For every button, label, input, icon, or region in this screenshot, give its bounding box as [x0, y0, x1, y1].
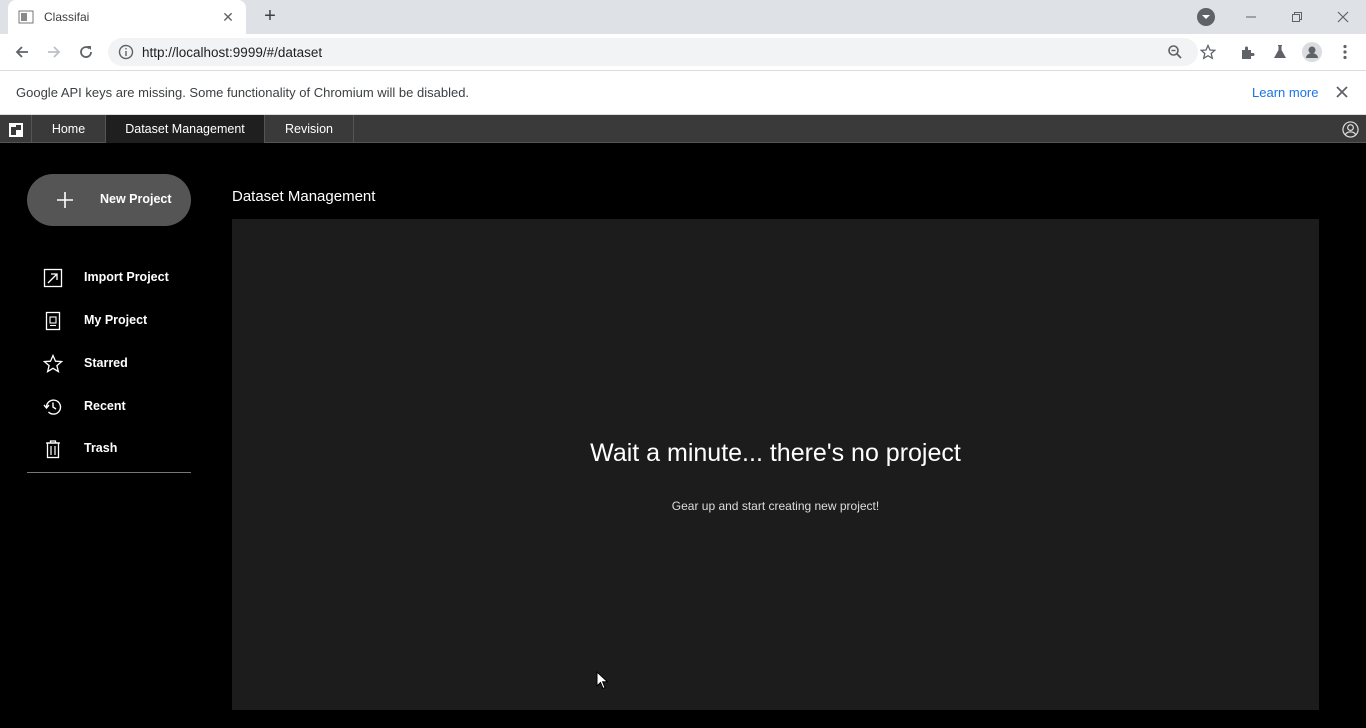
- menu-kebab-icon[interactable]: [1336, 43, 1354, 61]
- forward-icon[interactable]: [42, 40, 66, 64]
- api-keys-infobar: Google API keys are missing. Some functi…: [0, 70, 1366, 115]
- tab-close-icon[interactable]: ✕: [220, 9, 236, 26]
- extensions-icon[interactable]: [1239, 43, 1257, 61]
- new-project-button[interactable]: New Project: [27, 174, 191, 226]
- reload-icon[interactable]: [74, 40, 98, 64]
- tab-title: Classifai: [44, 10, 90, 24]
- empty-state-subtext: Gear up and start creating new project!: [671, 499, 880, 513]
- tab-search-icon[interactable]: [1197, 8, 1215, 26]
- app-logo-icon[interactable]: [4, 121, 28, 139]
- browser-tab[interactable]: Classifai ✕: [8, 0, 246, 34]
- projects-panel: Wait a minute... there's no project Gear…: [232, 219, 1319, 710]
- app-navbar: Home Dataset Management Revision: [0, 115, 1366, 143]
- labs-flask-icon[interactable]: [1271, 43, 1289, 61]
- restore-icon[interactable]: [1274, 0, 1320, 34]
- tab-dataset-management[interactable]: Dataset Management: [106, 115, 265, 143]
- import-icon: [43, 268, 63, 288]
- sidebar-item-label: Recent: [84, 399, 126, 413]
- profile-avatar-icon[interactable]: [1302, 42, 1322, 62]
- page-title: Dataset Management: [232, 188, 376, 205]
- sidebar-item-label: My Project: [84, 313, 148, 327]
- user-account-icon[interactable]: [1342, 121, 1359, 138]
- sidebar-item-trash[interactable]: Trash: [27, 430, 191, 466]
- new-project-label: New Project: [100, 192, 172, 206]
- new-tab-button[interactable]: +: [258, 6, 282, 28]
- sidebar-item-starred[interactable]: Starred: [27, 345, 191, 381]
- bookmark-star-icon[interactable]: [1199, 43, 1217, 61]
- close-window-icon[interactable]: [1320, 0, 1366, 34]
- back-icon[interactable]: [10, 40, 34, 64]
- sidebar-item-my-project[interactable]: My Project: [27, 302, 191, 338]
- url-text: http://localhost:9999/#/dataset: [142, 44, 323, 60]
- project-icon: [45, 311, 61, 331]
- sidebar-divider: [27, 472, 191, 473]
- sidebar-item-import-project[interactable]: Import Project: [27, 259, 191, 295]
- plus-icon: [57, 192, 73, 208]
- sidebar-item-label: Starred: [84, 356, 128, 370]
- sidebar-item-recent[interactable]: Recent: [27, 388, 191, 424]
- address-bar[interactable]: http://localhost:9999/#/dataset: [108, 38, 1198, 66]
- minimize-icon[interactable]: [1228, 0, 1274, 34]
- tab-revision[interactable]: Revision: [265, 115, 354, 143]
- zoom-icon[interactable]: [1166, 43, 1184, 61]
- mouse-cursor-icon: [596, 671, 609, 690]
- tab-home[interactable]: Home: [31, 115, 106, 143]
- browser-toolbar: http://localhost:9999/#/dataset: [0, 34, 1366, 70]
- sidebar-item-label: Import Project: [84, 270, 169, 284]
- star-icon: [43, 354, 63, 373]
- infobar-message: Google API keys are missing. Some functi…: [16, 85, 470, 100]
- learn-more-link[interactable]: Learn more: [1252, 85, 1318, 100]
- empty-state-heading: Wait a minute... there's no project: [590, 439, 961, 467]
- infobar-close-icon[interactable]: [1334, 84, 1350, 100]
- favicon-icon: [18, 10, 34, 24]
- browser-tabstrip: Classifai ✕ +: [0, 0, 1366, 34]
- trash-icon: [46, 440, 60, 459]
- sidebar-item-label: Trash: [84, 441, 118, 455]
- site-info-icon[interactable]: [118, 44, 134, 60]
- history-icon: [43, 399, 62, 415]
